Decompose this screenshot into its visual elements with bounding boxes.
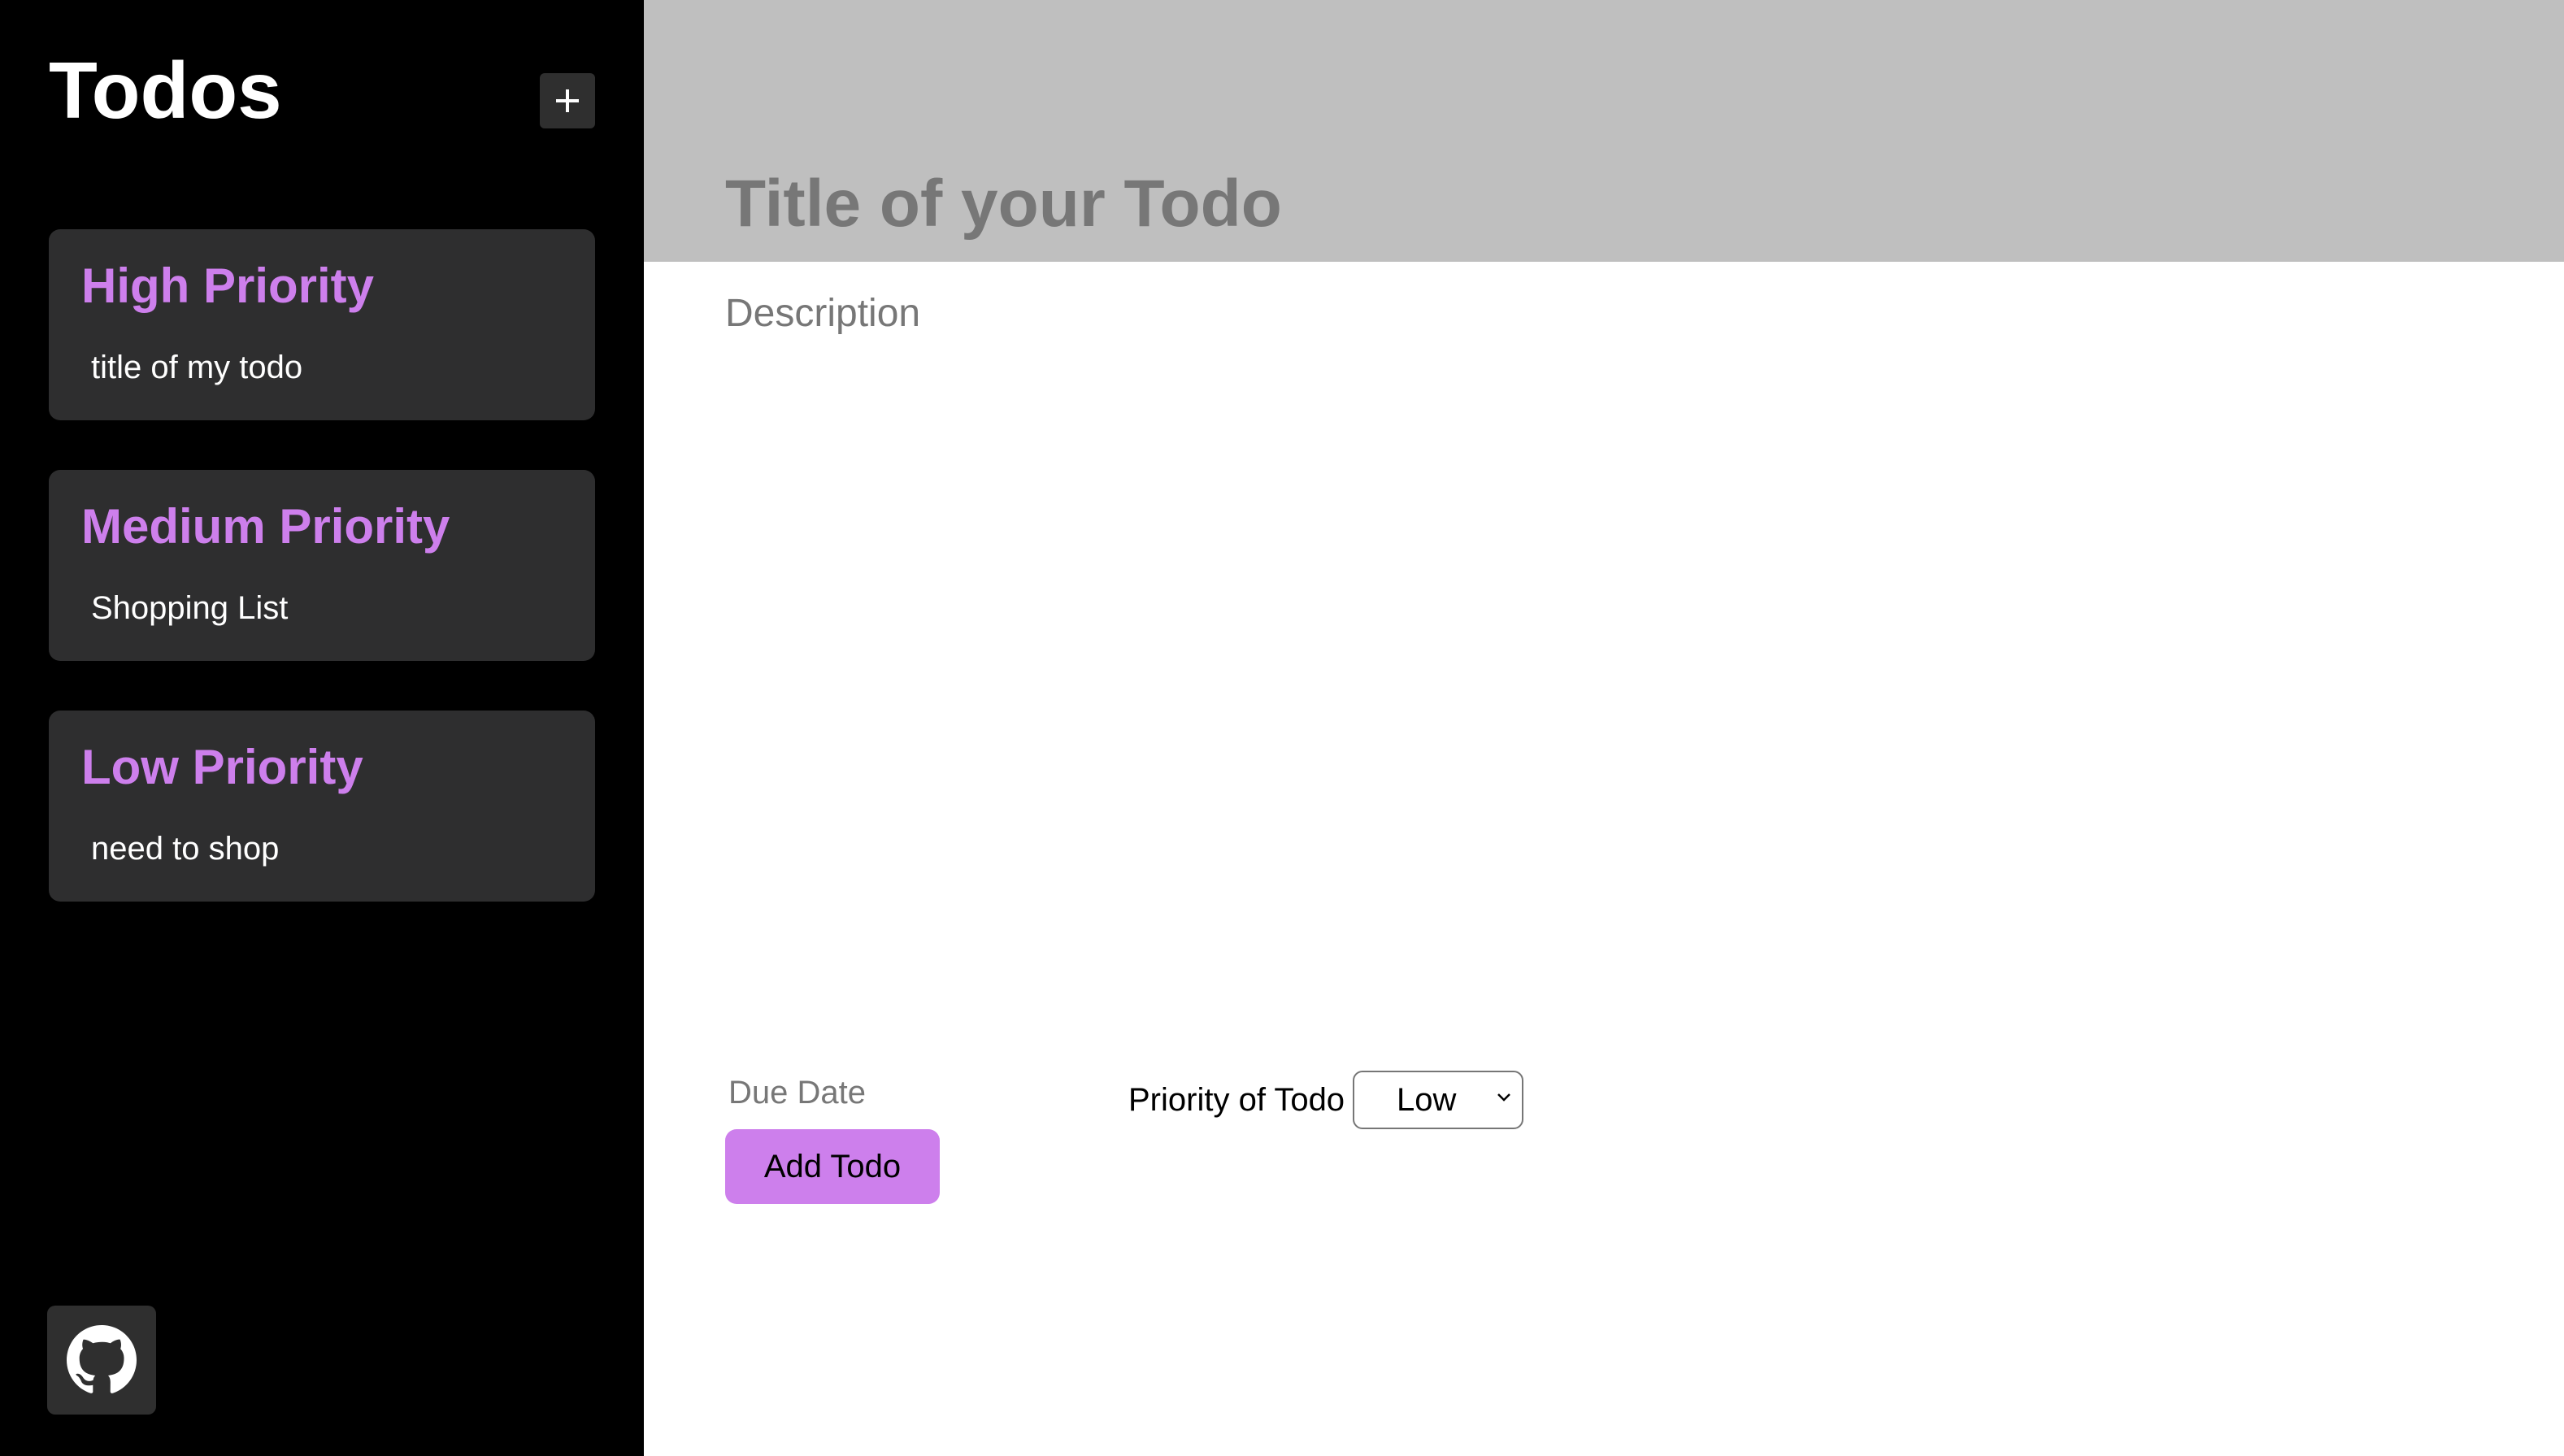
github-link[interactable] (47, 1306, 156, 1415)
priority-group-title: Medium Priority (81, 499, 450, 554)
github-icon (67, 1325, 137, 1393)
priority-group-title: Low Priority (81, 740, 363, 794)
priority-group-title: High Priority (81, 259, 375, 313)
plus-icon (556, 89, 579, 112)
app-root: Todos High Priority title of my todo Med… (0, 0, 2564, 1456)
sidebar: Todos High Priority title of my todo Med… (0, 0, 644, 1456)
new-todo-button[interactable] (540, 73, 595, 128)
todo-list-item[interactable]: title of my todo (91, 351, 302, 384)
chevron-down-icon (1497, 1093, 1510, 1102)
app-title: Todos (49, 46, 282, 135)
add-todo-button[interactable]: Add Todo (725, 1129, 940, 1204)
todo-description-input[interactable] (725, 291, 2514, 1006)
priority-group-medium: Medium Priority Shopping List (49, 470, 595, 661)
priority-group-low: Low Priority need to shop (49, 711, 595, 902)
priority-label: Priority of Todo (1128, 1082, 1345, 1118)
todo-title-input[interactable] (725, 159, 2514, 249)
due-date-label: Due Date (728, 1075, 866, 1110)
todo-list-item[interactable]: need to shop (91, 832, 279, 865)
priority-select-value: Low (1397, 1082, 1457, 1118)
todo-list-item[interactable]: Shopping List (91, 592, 288, 624)
priority-group-high: High Priority title of my todo (49, 229, 595, 420)
priority-select[interactable]: Low (1353, 1071, 1523, 1129)
todo-form: Due Date Add Todo Priority of Todo Low (644, 0, 2564, 1456)
